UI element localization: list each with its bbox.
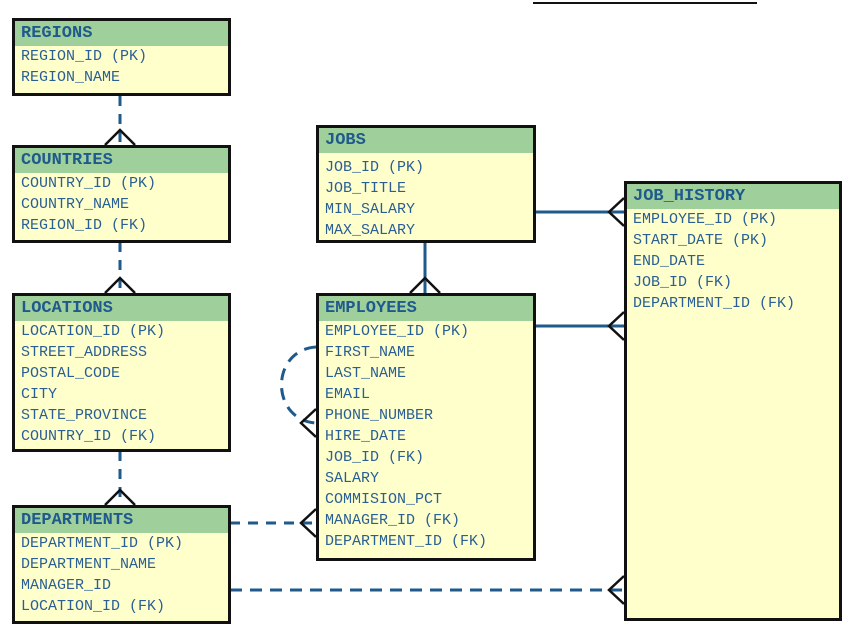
entity-title: COUNTRIES <box>15 148 228 173</box>
column: JOB_ID (PK) <box>325 159 425 176</box>
entity-title: JOBS <box>319 128 533 153</box>
entity-title: REGIONS <box>15 21 228 46</box>
column: CITY <box>21 386 58 403</box>
column: JOB_ID (FK) <box>325 449 425 466</box>
column: REGION_ID (FK) <box>21 217 148 234</box>
column: EMPLOYEE_ID (PK) <box>633 211 778 228</box>
column: STATE_PROVINCE <box>21 407 148 424</box>
column: LOCATION_ID (PK) <box>21 323 166 340</box>
column: COUNTRY_ID (FK) <box>21 428 157 445</box>
entity-title: LOCATIONS <box>15 296 228 321</box>
column: JOB_TITLE <box>325 180 407 197</box>
entity-title: DEPARTMENTS <box>15 508 228 533</box>
column: HIRE_DATE <box>325 428 407 445</box>
entity-title: JOB_HISTORY <box>627 184 839 209</box>
entity-job-history[interactable]: JOB_HISTORY EMPLOYEE_ID (PK) START_DATE … <box>624 181 842 621</box>
column: COUNTRY_ID (PK) <box>21 175 157 192</box>
entity-title: EMPLOYEES <box>319 296 533 321</box>
column: EMAIL <box>325 386 371 403</box>
column: MANAGER_ID (FK) <box>325 512 461 529</box>
column: MAX_SALARY <box>325 222 416 239</box>
column: START_DATE (PK) <box>633 232 769 249</box>
entity-regions[interactable]: REGIONS REGION_ID (PK) REGION_NAME <box>12 18 231 96</box>
column: EMPLOYEE_ID (PK) <box>325 323 470 340</box>
column: PHONE_NUMBER <box>325 407 434 424</box>
column: REGION_NAME <box>21 69 121 86</box>
column: COUNTRY_NAME <box>21 196 130 213</box>
column: DEPARTMENT_ID (FK) <box>633 295 796 312</box>
column: LAST_NAME <box>325 365 407 382</box>
column: MIN_SALARY <box>325 201 416 218</box>
column: JOB_ID (FK) <box>633 274 733 291</box>
entity-locations[interactable]: LOCATIONS LOCATION_ID (PK) STREET_ADDRES… <box>12 293 231 452</box>
entity-departments[interactable]: DEPARTMENTS DEPARTMENT_ID (PK) DEPARTMEN… <box>12 505 231 624</box>
column: MANAGER_ID <box>21 577 112 594</box>
column: COMMISION_PCT <box>325 491 443 508</box>
column: LOCATION_ID (FK) <box>21 598 166 615</box>
column: POSTAL_CODE <box>21 365 121 382</box>
column: REGION_ID (PK) <box>21 48 148 65</box>
entity-countries[interactable]: COUNTRIES COUNTRY_ID (PK) COUNTRY_NAME R… <box>12 145 231 243</box>
column: SALARY <box>325 470 380 487</box>
column: END_DATE <box>633 253 706 270</box>
column: DEPARTMENT_ID (FK) <box>325 533 488 550</box>
entity-employees[interactable]: EMPLOYEES EMPLOYEE_ID (PK) FIRST_NAME LA… <box>316 293 536 561</box>
column: DEPARTMENT_NAME <box>21 556 157 573</box>
column: DEPARTMENT_ID (PK) <box>21 535 184 552</box>
column: FIRST_NAME <box>325 344 416 361</box>
column: STREET_ADDRESS <box>21 344 148 361</box>
entity-jobs[interactable]: JOBS JOB_ID (PK) JOB_TITLE MIN_SALARY MA… <box>316 125 536 243</box>
